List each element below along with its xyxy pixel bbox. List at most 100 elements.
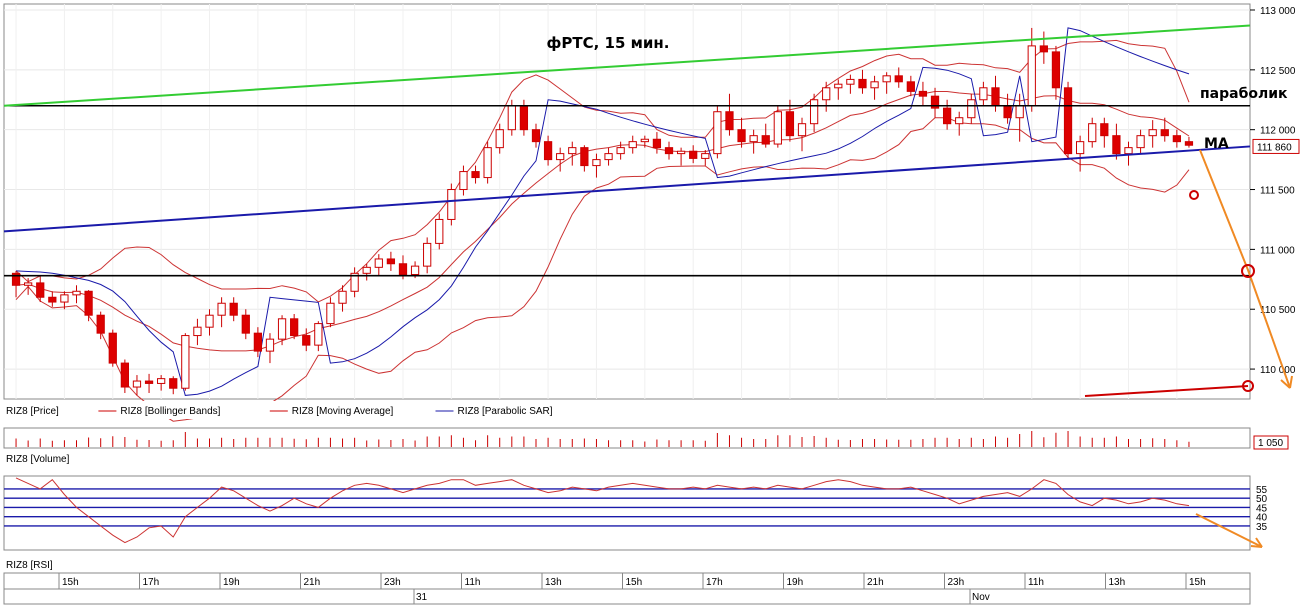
candle — [495, 129, 504, 149]
candle — [169, 378, 178, 389]
candle — [435, 218, 444, 244]
time-label: 11h — [1028, 577, 1044, 588]
candle — [302, 335, 311, 346]
candle — [326, 302, 335, 325]
candle — [785, 111, 795, 137]
legend-entry: RIZ8 [Bollinger Bands] — [120, 406, 220, 417]
price-axis: 113 000 112 500 112 000 111 500 111 000 110 5… — [1250, 6, 1300, 376]
candle — [1039, 45, 1048, 53]
day-label: 31 — [416, 592, 428, 603]
rsi-tick-label: 35 — [1256, 522, 1268, 533]
candle — [386, 258, 396, 265]
candle — [157, 378, 166, 384]
candle — [265, 338, 275, 352]
candle — [193, 326, 202, 337]
candle — [447, 189, 456, 220]
candle — [725, 111, 734, 131]
volume-legend: RIZ8 [Volume] — [6, 454, 70, 465]
candle — [241, 314, 250, 334]
price-tick-label: 111 500 — [1260, 186, 1295, 197]
time-label: 15h — [626, 577, 643, 588]
time-label: 21h — [867, 577, 884, 588]
candle — [507, 105, 516, 131]
legend-entry: RIZ8 [Parabolic SAR] — [458, 406, 553, 417]
chart-title: фРТС, 15 мин. — [547, 34, 670, 52]
candle — [483, 147, 492, 179]
candle — [858, 78, 867, 89]
candle — [1003, 105, 1012, 119]
candle — [253, 332, 263, 352]
candle — [1124, 147, 1133, 155]
candle — [229, 302, 238, 316]
volume-last-label: 1 050 — [1258, 438, 1283, 449]
legend-entry: RIZ8 [Price] — [6, 406, 59, 417]
candle — [205, 314, 214, 328]
candle — [773, 111, 782, 145]
candle — [217, 302, 226, 316]
candle — [181, 335, 190, 389]
candle — [604, 153, 613, 161]
candle — [1076, 141, 1085, 155]
time-label: 13h — [1109, 577, 1126, 588]
rsi-legend: RIZ8 [RSI] — [6, 560, 53, 571]
candle — [1148, 129, 1157, 137]
time-label: 21h — [304, 577, 321, 588]
candle — [314, 323, 323, 346]
candle — [918, 90, 928, 97]
candle — [1088, 123, 1097, 143]
day-axis — [3, 588, 1251, 605]
candle — [72, 290, 81, 296]
candle — [846, 78, 855, 85]
candle — [1100, 123, 1109, 137]
time-label: 15h — [62, 577, 79, 588]
candle — [894, 75, 903, 83]
candle — [471, 171, 480, 179]
candle — [652, 138, 662, 149]
candle — [556, 153, 565, 161]
trading-chart: 113 000 112 500 112 000 111 500 111 000 110 5… — [0, 3, 1300, 605]
price-tick-label: 110 500 — [1260, 305, 1296, 316]
candle — [1051, 51, 1061, 89]
candle — [580, 147, 589, 167]
candle — [689, 150, 698, 159]
price-tick-label: 112 500 — [1260, 66, 1296, 77]
candle — [362, 266, 371, 274]
candle — [616, 147, 625, 155]
candle — [277, 318, 287, 340]
candle — [592, 159, 601, 167]
candle — [290, 318, 299, 337]
candle — [749, 135, 758, 143]
candle — [1027, 45, 1036, 107]
candle — [144, 380, 154, 384]
candle — [955, 117, 964, 125]
candle — [1063, 87, 1073, 155]
candle — [398, 263, 408, 276]
candle — [531, 129, 541, 143]
candle — [628, 141, 637, 149]
candle — [761, 135, 770, 145]
candle — [701, 153, 710, 159]
candle — [967, 99, 976, 119]
candle — [870, 81, 879, 89]
candle — [1172, 135, 1181, 143]
candle — [713, 111, 722, 155]
candle — [834, 83, 843, 89]
candle — [459, 171, 468, 191]
candle — [423, 242, 432, 267]
candle — [24, 282, 33, 286]
legend-entry: RIZ8 [Moving Average] — [292, 406, 394, 417]
time-label: 15h — [1189, 577, 1206, 588]
time-label: 23h — [948, 577, 965, 588]
candle — [568, 147, 577, 155]
candle — [676, 150, 686, 155]
candle — [1160, 129, 1169, 137]
candle — [96, 314, 105, 334]
candle — [120, 362, 129, 388]
candle — [991, 87, 1000, 107]
candle — [1015, 105, 1024, 119]
price-tick-label: 110 000 — [1260, 365, 1296, 376]
sar-annotation: параболик — [1200, 86, 1288, 102]
candle — [809, 99, 819, 125]
candle — [942, 107, 952, 125]
time-label: 23h — [384, 577, 401, 588]
